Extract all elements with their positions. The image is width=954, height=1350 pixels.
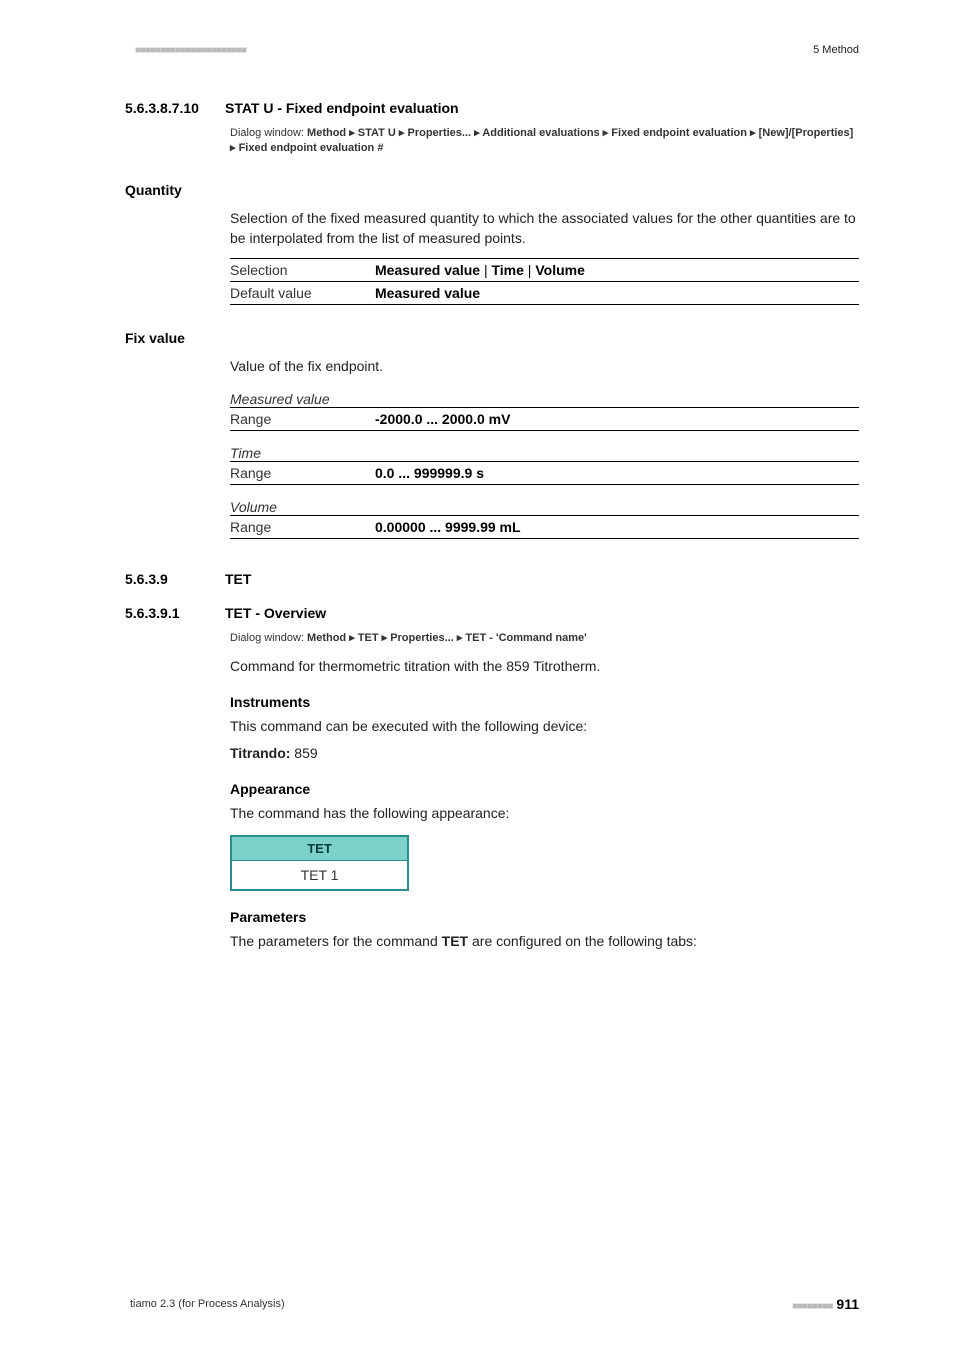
- volume-label: Volume: [230, 499, 859, 515]
- selection-value: Measured value | Time | Volume: [375, 262, 585, 278]
- quantity-heading: Quantity: [125, 182, 859, 198]
- default-key: Default value: [230, 285, 375, 301]
- time-label: Time: [230, 445, 859, 461]
- selection-key: Selection: [230, 262, 375, 278]
- fixvalue-description: Value of the fix endpoint.: [230, 356, 859, 376]
- command-box-body: TET 1: [232, 861, 407, 889]
- volume-table: Range 0.00000 ... 9999.99 mL: [230, 515, 859, 539]
- section-tet: 5.6.3.9 TET: [130, 571, 859, 587]
- dialog-path: Method ▸ STAT U ▸ Properties... ▸ Additi…: [230, 127, 853, 154]
- val-measured: Measured value: [375, 262, 480, 278]
- section-title: TET: [225, 571, 251, 587]
- dialog-window-path: Dialog window: Method ▸ STAT U ▸ Propert…: [230, 126, 859, 157]
- section-number: 5.6.3.9.1: [125, 605, 225, 621]
- instruments-text: This command can be executed with the fo…: [230, 716, 859, 736]
- time-table: Range 0.0 ... 999999.9 s: [230, 461, 859, 485]
- range-value: 0.0 ... 999999.9 s: [375, 465, 484, 481]
- range-key: Range: [230, 411, 375, 427]
- param-cmd: TET: [442, 933, 468, 949]
- dialog-path: Method ▸ TET ▸ Properties... ▸ TET - 'Co…: [307, 632, 587, 644]
- command-box: TET TET 1: [230, 835, 409, 891]
- section-title: STAT U - Fixed endpoint evaluation: [225, 100, 459, 116]
- parameters-text: The parameters for the command TET are c…: [230, 931, 859, 951]
- section-number: 5.6.3.8.7.10: [125, 100, 225, 116]
- fixvalue-heading: Fix value: [125, 330, 859, 346]
- range-key: Range: [230, 519, 375, 535]
- parameters-heading: Parameters: [230, 909, 859, 925]
- titrando-line: Titrando: 859: [230, 743, 859, 763]
- footer-right: ■■■■■■■■ 911: [792, 1296, 859, 1312]
- range-value: 0.00000 ... 9999.99 mL: [375, 519, 521, 535]
- table-row: Range -2000.0 ... 2000.0 mV: [230, 407, 859, 431]
- footer-left: tiamo 2.3 (for Process Analysis): [130, 1298, 285, 1310]
- page-number: 911: [836, 1296, 859, 1312]
- default-value: Measured value: [375, 285, 480, 301]
- table-row: Default value Measured value: [230, 282, 859, 305]
- header-bar: ■■■■■■■■■■■■■■■■■■■■■■ 5 Method: [135, 40, 859, 60]
- titrando-value: 859: [294, 745, 317, 761]
- appearance-text: The command has the following appearance…: [230, 803, 859, 823]
- header-dots: ■■■■■■■■■■■■■■■■■■■■■■: [135, 45, 246, 56]
- measured-value-table: Range -2000.0 ... 2000.0 mV: [230, 407, 859, 431]
- val-time: Time: [491, 262, 523, 278]
- footer-dots: ■■■■■■■■: [792, 1301, 832, 1312]
- instruments-heading: Instruments: [230, 694, 859, 710]
- section-tet-overview: 5.6.3.9.1 TET - Overview: [130, 605, 859, 621]
- quantity-table: Selection Measured value | Time | Volume…: [230, 258, 859, 305]
- quantity-description: Selection of the fixed measured quantity…: [230, 208, 859, 249]
- table-row: Range 0.00000 ... 9999.99 mL: [230, 515, 859, 539]
- range-key: Range: [230, 465, 375, 481]
- command-box-header: TET: [232, 837, 407, 861]
- dialog-prefix: Dialog window:: [230, 632, 307, 644]
- header-chapter: 5 Method: [813, 44, 859, 56]
- range-value: -2000.0 ... 2000.0 mV: [375, 411, 510, 427]
- dialog-prefix: Dialog window:: [230, 127, 307, 139]
- table-row: Range 0.0 ... 999999.9 s: [230, 461, 859, 485]
- val-volume: Volume: [535, 262, 585, 278]
- measured-value-label: Measured value: [230, 391, 859, 407]
- appearance-heading: Appearance: [230, 781, 859, 797]
- dialog-window-path: Dialog window: Method ▸ TET ▸ Properties…: [230, 631, 859, 646]
- command-description: Command for thermometric titration with …: [230, 656, 859, 676]
- table-row: Selection Measured value | Time | Volume: [230, 258, 859, 282]
- section-number: 5.6.3.9: [125, 571, 225, 587]
- titrando-label: Titrando:: [230, 745, 294, 761]
- section-title: TET - Overview: [225, 605, 326, 621]
- section-1: 5.6.3.8.7.10 STAT U - Fixed endpoint eva…: [130, 100, 859, 116]
- footer: tiamo 2.3 (for Process Analysis) ■■■■■■■…: [130, 1296, 859, 1312]
